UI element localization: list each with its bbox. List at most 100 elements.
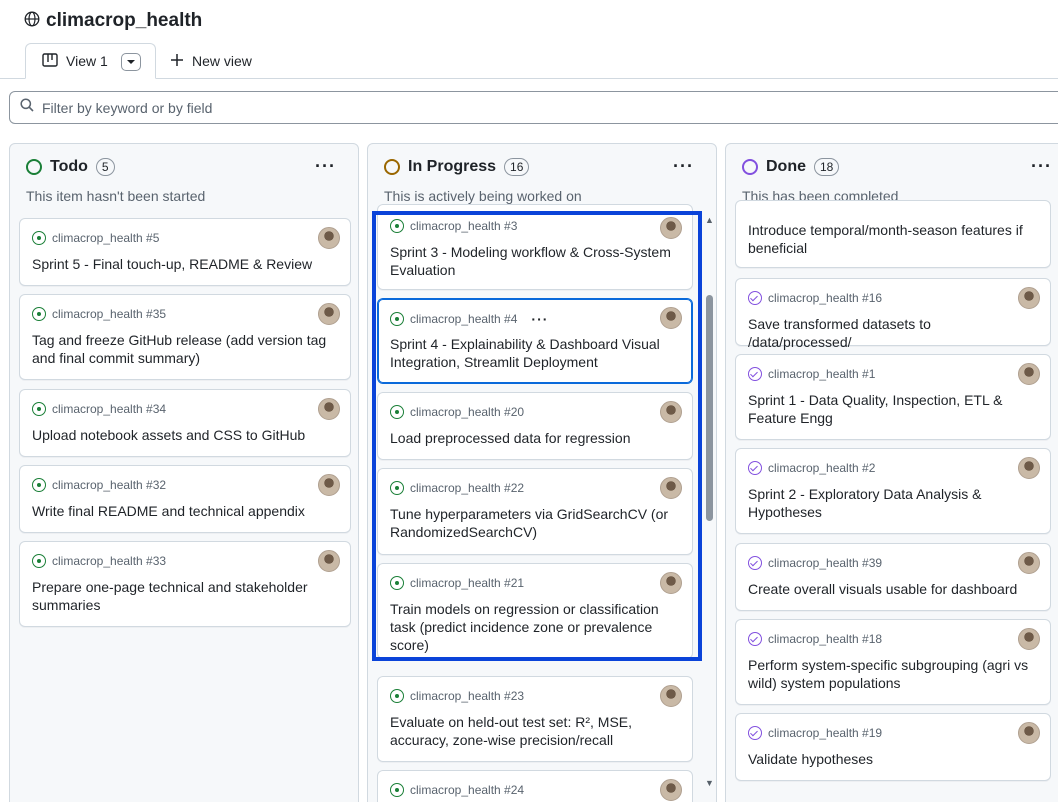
card-ref[interactable]: climacrop_health #5 — [52, 231, 159, 245]
card-item[interactable]: climacrop_health #16 Save transformed da… — [735, 278, 1051, 350]
card-title[interactable]: Upload notebook assets and CSS to GitHub — [32, 426, 338, 444]
card-menu-button[interactable]: ··· — [531, 311, 548, 327]
plus-icon — [170, 53, 184, 70]
card-item[interactable]: climacrop_health #22 Tune hyperparameter… — [377, 468, 693, 555]
card-title[interactable]: Tune hyperparameters via GridSearchCV (o… — [390, 505, 680, 541]
done-status-icon — [742, 159, 758, 175]
avatar[interactable] — [318, 398, 340, 420]
card-meta: climacrop_health #21 — [390, 576, 524, 590]
card-title[interactable]: Create overall visuals usable for dashbo… — [748, 580, 1038, 598]
issue-closed-icon — [748, 461, 762, 475]
avatar[interactable] — [660, 401, 682, 423]
avatar[interactable] — [318, 303, 340, 325]
issue-open-icon — [390, 219, 404, 233]
new-view-button[interactable]: New view — [170, 43, 252, 79]
avatar[interactable] — [318, 550, 340, 572]
card-item[interactable]: climacrop_health #20 Load preprocessed d… — [377, 392, 693, 460]
card-ref[interactable]: climacrop_health #3 — [410, 219, 517, 233]
card-title[interactable]: Sprint 4 - Explainability & Dashboard Vi… — [390, 335, 680, 371]
avatar[interactable] — [660, 217, 682, 239]
card-ref[interactable]: climacrop_health #39 — [768, 556, 882, 570]
card-ref[interactable]: climacrop_health #34 — [52, 402, 166, 416]
card-title[interactable]: Sprint 2 - Exploratory Data Analysis & H… — [748, 485, 1038, 521]
card-ref[interactable]: climacrop_health #1 — [768, 367, 875, 381]
avatar[interactable] — [1018, 287, 1040, 309]
card-title[interactable]: Save transformed datasets to /data/proce… — [748, 315, 1038, 351]
scroll-up-arrow-icon[interactable]: ▲ — [705, 215, 714, 225]
avatar[interactable] — [318, 227, 340, 249]
avatar[interactable] — [660, 779, 682, 801]
card-item[interactable]: climacrop_health #2 Sprint 2 - Explorato… — [735, 448, 1051, 534]
card-title[interactable]: Sprint 5 - Final touch-up, README & Revi… — [32, 255, 338, 273]
avatar[interactable] — [660, 307, 682, 329]
column-scrollbar[interactable]: ▲ ▼ — [705, 215, 714, 792]
card-ref[interactable]: climacrop_health #18 — [768, 632, 882, 646]
card-ref[interactable]: climacrop_health #20 — [410, 405, 524, 419]
scroll-down-arrow-icon[interactable]: ▼ — [705, 778, 714, 788]
column-menu-button[interactable]: ··· — [315, 156, 336, 177]
avatar[interactable] — [1018, 722, 1040, 744]
card-ref[interactable]: climacrop_health #24 — [410, 783, 524, 797]
todo-status-icon — [26, 159, 42, 175]
card-ref[interactable]: climacrop_health #35 — [52, 307, 166, 321]
card-item[interactable]: climacrop_health #1 Sprint 1 - Data Qual… — [735, 354, 1051, 440]
card-ref[interactable]: climacrop_health #32 — [52, 478, 166, 492]
avatar[interactable] — [660, 685, 682, 707]
card-meta: climacrop_health #2 — [748, 461, 875, 475]
filter-input[interactable] — [42, 99, 642, 116]
card-title[interactable]: Sprint 1 - Data Quality, Inspection, ETL… — [748, 391, 1038, 427]
card-item[interactable]: climacrop_health #24 — [377, 770, 693, 802]
card-item[interactable]: climacrop_health #34 Upload notebook ass… — [19, 389, 351, 457]
card-item[interactable]: Introduce temporal/month-season features… — [735, 200, 1051, 268]
card-ref[interactable]: climacrop_health #21 — [410, 576, 524, 590]
card-item[interactable]: climacrop_health #5 Sprint 5 - Final tou… — [19, 218, 351, 286]
card-title[interactable]: Perform system-specific subgrouping (agr… — [748, 656, 1038, 692]
card-title[interactable]: Evaluate on held-out test set: R², MSE, … — [390, 713, 680, 749]
view-options-button[interactable] — [121, 53, 141, 71]
card-meta: climacrop_health #33 — [32, 554, 166, 568]
scroll-thumb[interactable] — [706, 295, 713, 521]
card-title[interactable]: Prepare one-page technical and stakehold… — [32, 578, 338, 614]
card-ref[interactable]: climacrop_health #33 — [52, 554, 166, 568]
avatar[interactable] — [1018, 363, 1040, 385]
card-ref[interactable]: climacrop_health #19 — [768, 726, 882, 740]
card-ref[interactable]: climacrop_health #22 — [410, 481, 524, 495]
card-item[interactable]: climacrop_health #33 Prepare one-page te… — [19, 541, 351, 627]
card-item[interactable]: climacrop_health #3 Sprint 3 - Modeling … — [377, 204, 693, 290]
card-title[interactable]: Sprint 3 - Modeling workflow & Cross-Sys… — [390, 243, 680, 279]
column-count: 5 — [95, 158, 115, 176]
tab-view-1[interactable]: View 1 — [25, 43, 156, 79]
card-item[interactable]: climacrop_health #32 Write final README … — [19, 465, 351, 533]
card-item[interactable]: climacrop_health #23 Evaluate on held-ou… — [377, 676, 693, 762]
card-meta: climacrop_health #1 — [748, 367, 875, 381]
avatar[interactable] — [660, 572, 682, 594]
card-title[interactable]: Write final README and technical appendi… — [32, 502, 338, 520]
column-menu-button[interactable]: ··· — [1031, 156, 1052, 177]
card-item[interactable]: climacrop_health #19 Validate hypotheses — [735, 713, 1051, 781]
avatar[interactable] — [1018, 552, 1040, 574]
card-title[interactable]: Load preprocessed data for regression — [390, 429, 680, 447]
card-title[interactable]: Validate hypotheses — [748, 750, 1038, 768]
card-item[interactable]: climacrop_health #39 Create overall visu… — [735, 543, 1051, 611]
card-title[interactable]: Train models on regression or classifica… — [390, 600, 680, 654]
card-ref[interactable]: climacrop_health #2 — [768, 461, 875, 475]
card-title[interactable]: Introduce temporal/month-season features… — [748, 221, 1038, 257]
card-item[interactable]: climacrop_health #35 Tag and freeze GitH… — [19, 294, 351, 380]
issue-open-icon — [32, 231, 46, 245]
avatar[interactable] — [318, 474, 340, 496]
avatar[interactable] — [1018, 457, 1040, 479]
card-meta: climacrop_health #24 — [390, 783, 524, 797]
issue-open-icon — [32, 402, 46, 416]
column-menu-button[interactable]: ··· — [673, 156, 694, 177]
card-ref[interactable]: climacrop_health #4 — [410, 312, 517, 326]
card-item[interactable]: climacrop_health #18 Perform system-spec… — [735, 619, 1051, 705]
card-title[interactable]: Tag and freeze GitHub release (add versi… — [32, 331, 338, 367]
card-item[interactable]: climacrop_health #21 Train models on reg… — [377, 563, 693, 659]
avatar[interactable] — [1018, 628, 1040, 650]
project-title: climacrop_health — [46, 10, 203, 31]
card-item-selected[interactable]: climacrop_health #4 ··· Sprint 4 - Explai… — [377, 298, 693, 384]
avatar[interactable] — [660, 477, 682, 499]
card-ref[interactable]: climacrop_health #23 — [410, 689, 524, 703]
card-ref[interactable]: climacrop_health #16 — [768, 291, 882, 305]
column-title: Done — [766, 158, 806, 175]
